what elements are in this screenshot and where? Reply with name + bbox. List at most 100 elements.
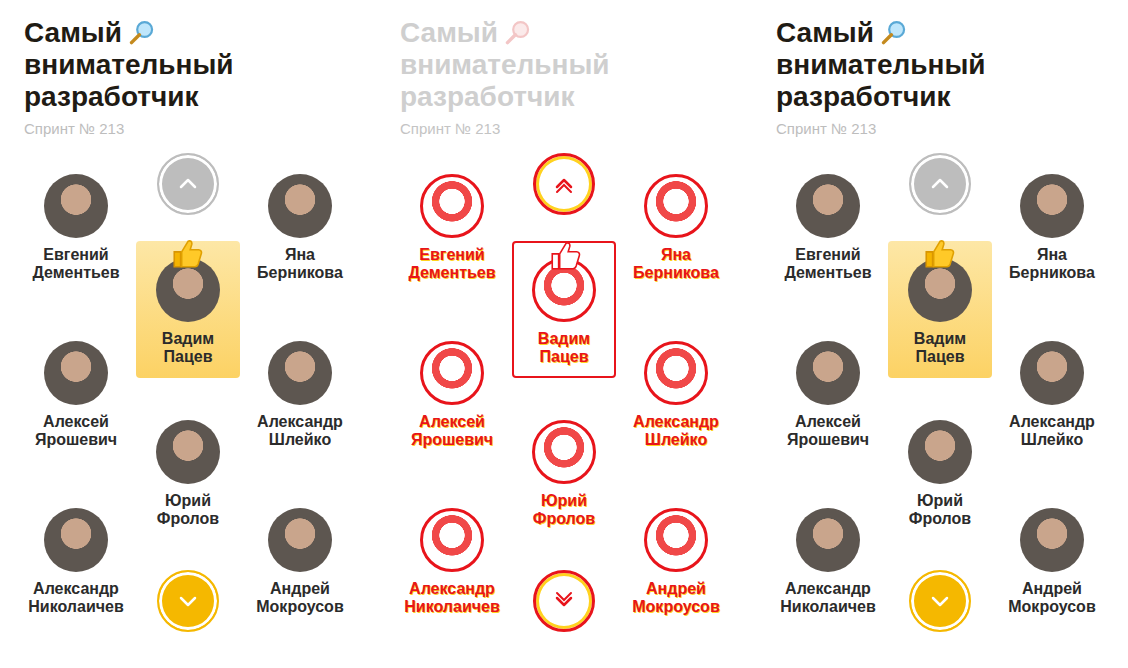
person-name: ЕвгенийДементьев xyxy=(784,246,871,282)
person-name: АндрейМокроусов xyxy=(632,580,719,616)
person[interactable]: АлександрНиколаичев xyxy=(400,508,504,616)
person[interactable]: ЮрийФролов xyxy=(136,420,240,528)
thumbs-up-icon xyxy=(170,237,204,271)
avatar xyxy=(644,508,708,572)
avatar xyxy=(44,341,108,405)
person-name: ВадимПацев xyxy=(538,330,590,366)
person[interactable]: ВадимПацев xyxy=(136,241,240,378)
person[interactable]: ВадимПацев xyxy=(512,241,616,378)
widget-title: Самый внимательный разработчик xyxy=(776,17,1128,113)
people-grid: ЕвгенийДементьев АлексейЯрошевич Алексан… xyxy=(24,153,376,632)
person-name: АлексейЯрошевич xyxy=(787,413,869,449)
avatar xyxy=(1020,341,1084,405)
scroll-down-button[interactable] xyxy=(533,570,595,632)
person[interactable]: АлександрНиколаичев xyxy=(776,508,880,616)
person-name: АндрейМокроусов xyxy=(1008,580,1095,616)
person-name: АлександрШлейко xyxy=(1009,413,1095,449)
thumbs-up-icon xyxy=(922,237,956,271)
person-name: АндрейМокроусов xyxy=(256,580,343,616)
person-name: АлександрНиколаичев xyxy=(780,580,875,616)
magnifier-icon xyxy=(880,19,908,47)
person[interactable]: ЮрийФролов xyxy=(888,420,992,528)
person-name: ВадимПацев xyxy=(914,330,966,366)
person-name: ЮрийФролов xyxy=(533,492,595,528)
person-name: АлександрШлейко xyxy=(633,413,719,449)
person-name: ЮрийФролов xyxy=(909,492,971,528)
person-name: ЯнаБерникова xyxy=(1009,246,1095,282)
avatar xyxy=(796,341,860,405)
person-name: ЕвгенийДементьев xyxy=(408,246,495,282)
comparison-view: Самый внимательный разработчик Спринт № … xyxy=(0,0,1128,668)
person-name: ЮрийФролов xyxy=(157,492,219,528)
person-name: АлександрНиколаичев xyxy=(28,580,123,616)
person[interactable]: АлексейЯрошевич xyxy=(776,341,880,449)
chevron-down-icon xyxy=(552,589,576,613)
person[interactable]: АлександрНиколаичев xyxy=(24,508,128,616)
person[interactable]: АлександрШлейко xyxy=(624,341,728,449)
avatar xyxy=(796,174,860,238)
widget-panel: Самый внимательный разработчик Спринт № … xyxy=(752,0,1128,668)
avatar xyxy=(420,174,484,238)
person[interactable]: АлександрШлейко xyxy=(248,341,352,449)
scroll-down-button[interactable] xyxy=(909,570,971,632)
person-name: АлексейЯрошевич xyxy=(35,413,117,449)
avatar xyxy=(268,174,332,238)
person[interactable]: ЯнаБерникова xyxy=(624,174,728,282)
person[interactable]: ЕвгенийДементьев xyxy=(776,174,880,282)
chevron-up-icon xyxy=(928,172,952,196)
thumbs-up-icon xyxy=(548,239,582,273)
person[interactable]: АлександрШлейко xyxy=(1000,341,1104,449)
person-name: ЯнаБерникова xyxy=(257,246,343,282)
avatar xyxy=(796,508,860,572)
person[interactable]: АндрейМокроусов xyxy=(248,508,352,616)
person-name: АлександрНиколаичев xyxy=(404,580,499,616)
avatar xyxy=(1020,508,1084,572)
person[interactable]: ЯнаБерникова xyxy=(1000,174,1104,282)
person-name: АлександрШлейко xyxy=(257,413,343,449)
person-name: АлексейЯрошевич xyxy=(411,413,493,449)
person-name: ЕвгенийДементьев xyxy=(32,246,119,282)
person[interactable]: АндрейМокроусов xyxy=(1000,508,1104,616)
scroll-up-button[interactable] xyxy=(533,153,595,215)
avatar xyxy=(420,508,484,572)
person[interactable]: ВадимПацев xyxy=(888,241,992,378)
avatar xyxy=(908,258,972,322)
widget-title: Самый внимательный разработчик xyxy=(24,17,376,113)
widget-title: Самый внимательный разработчик xyxy=(400,17,752,113)
sprint-label: Спринт № 213 xyxy=(24,120,376,138)
avatar xyxy=(420,341,484,405)
avatar xyxy=(532,420,596,484)
sprint-label: Спринт № 213 xyxy=(400,120,752,138)
avatar xyxy=(644,174,708,238)
avatar xyxy=(156,420,220,484)
person[interactable]: ЕвгенийДементьев xyxy=(24,174,128,282)
chevron-down-icon xyxy=(928,589,952,613)
person[interactable]: АндрейМокроусов xyxy=(624,508,728,616)
sprint-label: Спринт № 213 xyxy=(776,120,1128,138)
chevron-up-icon xyxy=(552,172,576,196)
person[interactable]: АлексейЯрошевич xyxy=(24,341,128,449)
person[interactable]: ЕвгенийДементьев xyxy=(400,174,504,282)
magnifier-icon xyxy=(128,19,156,47)
person-name: ЯнаБерникова xyxy=(633,246,719,282)
person[interactable]: ЯнаБерникова xyxy=(248,174,352,282)
avatar xyxy=(908,420,972,484)
person[interactable]: ЮрийФролов xyxy=(512,420,616,528)
scroll-up-button[interactable] xyxy=(909,153,971,215)
chevron-up-icon xyxy=(176,172,200,196)
magnifier-icon xyxy=(504,19,532,47)
scroll-down-button[interactable] xyxy=(157,570,219,632)
chevron-down-icon xyxy=(176,589,200,613)
people-grid: ЕвгенийДементьев АлексейЯрошевич Алексан… xyxy=(400,153,752,632)
widget-panel: Самый внимательный разработчик Спринт № … xyxy=(376,0,752,668)
avatar xyxy=(644,341,708,405)
avatar xyxy=(268,341,332,405)
scroll-up-button[interactable] xyxy=(157,153,219,215)
avatar xyxy=(44,508,108,572)
person-name: ВадимПацев xyxy=(162,330,214,366)
avatar xyxy=(156,258,220,322)
avatar xyxy=(44,174,108,238)
person[interactable]: АлексейЯрошевич xyxy=(400,341,504,449)
avatar xyxy=(1020,174,1084,238)
avatar xyxy=(268,508,332,572)
